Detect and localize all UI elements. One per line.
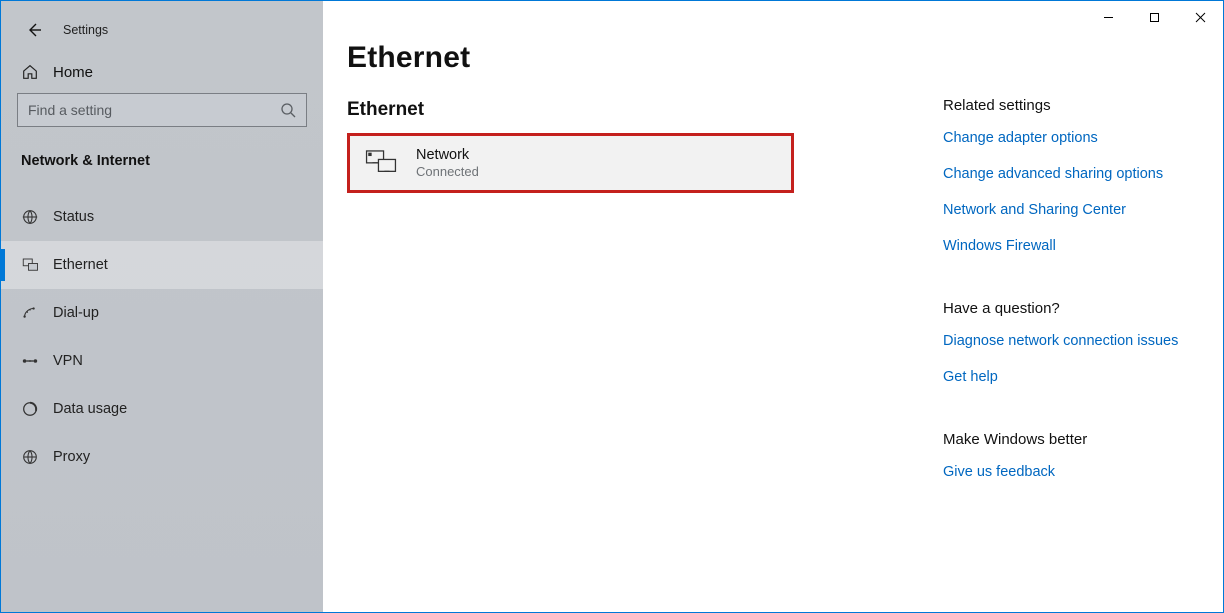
dialup-icon (21, 304, 39, 322)
sidebar-nav: Status Ethernet Dial-up VPN (1, 193, 323, 481)
link-diagnose[interactable]: Diagnose network connection issues (943, 333, 1203, 349)
network-icon (364, 148, 398, 179)
sidebar-item-label: Dial-up (53, 305, 99, 321)
feedback-heading: Make Windows better (943, 431, 1203, 448)
close-icon (1195, 12, 1206, 23)
sidebar-item-ethernet[interactable]: Ethernet (1, 241, 323, 289)
ethernet-icon (21, 256, 39, 274)
maximize-button[interactable] (1131, 1, 1177, 33)
network-status: Connected (416, 164, 479, 180)
minimize-button[interactable] (1085, 1, 1131, 33)
search-box[interactable] (17, 93, 307, 127)
vpn-icon (21, 354, 39, 368)
ethernet-subheading: Ethernet (347, 99, 943, 121)
network-card[interactable]: Network Connected (347, 133, 794, 193)
back-button[interactable] (19, 15, 49, 45)
question-heading: Have a question? (943, 300, 1203, 317)
arrow-left-icon (26, 22, 42, 38)
search-input[interactable] (28, 102, 280, 118)
link-network-sharing-center[interactable]: Network and Sharing Center (943, 202, 1203, 218)
close-button[interactable] (1177, 1, 1223, 33)
home-label: Home (53, 64, 93, 81)
sidebar-item-label: Status (53, 209, 94, 225)
minimize-icon (1103, 12, 1114, 23)
app-title: Settings (63, 23, 108, 37)
sidebar-home[interactable]: Home (1, 49, 323, 93)
page-title: Ethernet (347, 41, 943, 75)
sidebar-item-label: Proxy (53, 449, 90, 465)
content-column: Ethernet Ethernet Network Connected (323, 1, 943, 612)
link-windows-firewall[interactable]: Windows Firewall (943, 238, 1203, 254)
sidebar-item-proxy[interactable]: Proxy (1, 433, 323, 481)
right-column: Related settings Change adapter options … (943, 1, 1203, 612)
home-icon (21, 63, 39, 81)
link-feedback[interactable]: Give us feedback (943, 464, 1203, 480)
proxy-icon (21, 448, 39, 466)
network-name: Network (416, 146, 479, 164)
status-icon (21, 208, 39, 226)
maximize-icon (1149, 12, 1160, 23)
data-usage-icon (21, 400, 39, 418)
sidebar-item-label: Ethernet (53, 257, 108, 273)
link-advanced-sharing[interactable]: Change advanced sharing options (943, 166, 1203, 182)
link-get-help[interactable]: Get help (943, 369, 1203, 385)
main-area: Ethernet Ethernet Network Connected (323, 1, 1223, 612)
sidebar-item-dialup[interactable]: Dial-up (1, 289, 323, 337)
sidebar: Settings Home Network & Internet Status (1, 1, 323, 612)
search-icon (280, 102, 296, 118)
related-heading: Related settings (943, 97, 1203, 114)
sidebar-item-label: VPN (53, 353, 83, 369)
sidebar-item-status[interactable]: Status (1, 193, 323, 241)
sidebar-item-datausage[interactable]: Data usage (1, 385, 323, 433)
link-change-adapter[interactable]: Change adapter options (943, 130, 1203, 146)
sidebar-section-label: Network & Internet (1, 139, 323, 185)
sidebar-item-label: Data usage (53, 401, 127, 417)
sidebar-item-vpn[interactable]: VPN (1, 337, 323, 385)
window-controls (1085, 1, 1223, 33)
